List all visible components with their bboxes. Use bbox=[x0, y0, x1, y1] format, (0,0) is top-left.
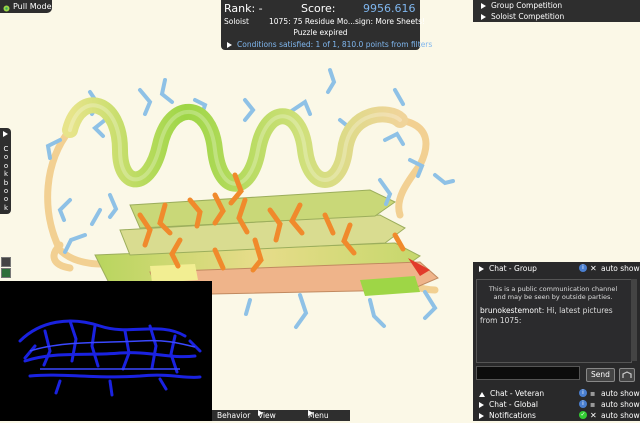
notifications-label: Notifications bbox=[489, 411, 536, 420]
puzzle-status: Puzzle expired bbox=[293, 28, 348, 37]
expand-triangle-icon bbox=[481, 3, 486, 9]
puzzle-title: 1075: 75 Residue Mo...sign: More Sheets! bbox=[269, 17, 425, 26]
pull-mode-label: Pull Mode bbox=[13, 2, 52, 11]
rank-label: Rank: - bbox=[224, 2, 263, 15]
auto-show-label: auto show bbox=[601, 264, 640, 273]
score-value: 9956.616 bbox=[363, 2, 416, 15]
conditions-text: Conditions satisfied: 1 of 1, 810.0 poin… bbox=[237, 40, 433, 49]
auto-show-label: auto show bbox=[601, 411, 640, 420]
score-label: Score: bbox=[301, 2, 336, 15]
collapse-triangle-icon bbox=[479, 391, 485, 397]
expand-triangle-icon bbox=[479, 402, 484, 408]
close-icon[interactable]: ✕ bbox=[590, 263, 597, 274]
behavior-menu[interactable]: Behavior bbox=[217, 410, 250, 421]
main-menu-label: Menu bbox=[308, 411, 329, 420]
pull-mode-button[interactable]: Pull Mode bbox=[0, 0, 52, 13]
chat-global-header[interactable]: Chat - Global i ▪ auto show bbox=[473, 399, 640, 410]
expand-triangle-icon bbox=[479, 413, 484, 419]
chat-scrollbar[interactable] bbox=[631, 279, 637, 361]
chat-notice: This is a public communication channel a… bbox=[488, 285, 618, 301]
score-panel: Rank: - Score: 9956.616 Soloist 1075: 75… bbox=[221, 0, 432, 50]
chat-toggle-icon[interactable]: ▪ bbox=[590, 399, 595, 410]
soloist-competition-label: Soloist Competition bbox=[491, 12, 565, 21]
group-competition-label: Group Competition bbox=[491, 1, 563, 10]
auto-show-label: auto show bbox=[601, 400, 640, 409]
chat-veteran-label: Chat - Veteran bbox=[490, 389, 545, 398]
auto-show-label: auto show bbox=[601, 389, 640, 398]
alpha-helix bbox=[62, 97, 408, 192]
status-online-icon: ✓ bbox=[579, 411, 587, 419]
chat-message-area: This is a public communication channel a… bbox=[476, 279, 632, 363]
info-icon[interactable]: i bbox=[579, 264, 587, 272]
chat-group-header[interactable]: Chat - Group i ✕ auto show bbox=[473, 263, 640, 274]
conditions-toggle[interactable]: Conditions satisfied: 1 of 1, 810.0 poin… bbox=[227, 40, 432, 49]
chat-global-label: Chat - Global bbox=[489, 400, 538, 409]
soloist-competition-toggle[interactable]: Soloist Competition bbox=[473, 11, 640, 22]
pull-hand-icon bbox=[3, 3, 10, 12]
info-icon[interactable]: i bbox=[579, 400, 587, 408]
expand-triangle-icon bbox=[3, 131, 8, 137]
expand-triangle-icon bbox=[227, 42, 232, 48]
mode-label: Soloist bbox=[224, 17, 249, 26]
competition-panel: Group Competition Soloist Competition bbox=[473, 0, 640, 22]
cookbook-label: Cookbook bbox=[3, 145, 9, 212]
send-button[interactable]: Send bbox=[586, 368, 615, 382]
expand-triangle-icon bbox=[481, 14, 486, 20]
chat-toggle-icon[interactable]: ▪ bbox=[590, 388, 595, 399]
chat-panel: Chat - Group i ✕ auto show This is a pub… bbox=[473, 262, 640, 421]
script-icon[interactable] bbox=[1, 268, 11, 278]
cookbook-tab[interactable]: Cookbook bbox=[0, 128, 11, 214]
view-menu-label: View bbox=[258, 411, 276, 420]
recipe-icon[interactable] bbox=[1, 257, 11, 267]
expand-triangle-icon bbox=[479, 266, 484, 272]
chat-veteran-header[interactable]: Chat - Veteran i ▪ auto show bbox=[473, 388, 640, 399]
notifications-header[interactable]: Notifications ✓ ✕ auto show bbox=[473, 410, 640, 421]
info-icon[interactable]: i bbox=[579, 389, 587, 397]
chat-input[interactable] bbox=[476, 366, 580, 380]
chat-message-user: brunokestemont bbox=[480, 306, 542, 315]
chat-group-label: Chat - Group bbox=[489, 264, 537, 273]
protein-minimap bbox=[0, 281, 212, 421]
bottom-toolbar: Behavior View Menu bbox=[212, 410, 350, 421]
chat-message: brunokestemont: Hi, latest pictures from… bbox=[480, 306, 613, 325]
close-icon[interactable]: ✕ bbox=[590, 410, 597, 421]
group-competition-toggle[interactable]: Group Competition bbox=[473, 0, 640, 11]
chat-settings-icon[interactable] bbox=[619, 368, 635, 382]
